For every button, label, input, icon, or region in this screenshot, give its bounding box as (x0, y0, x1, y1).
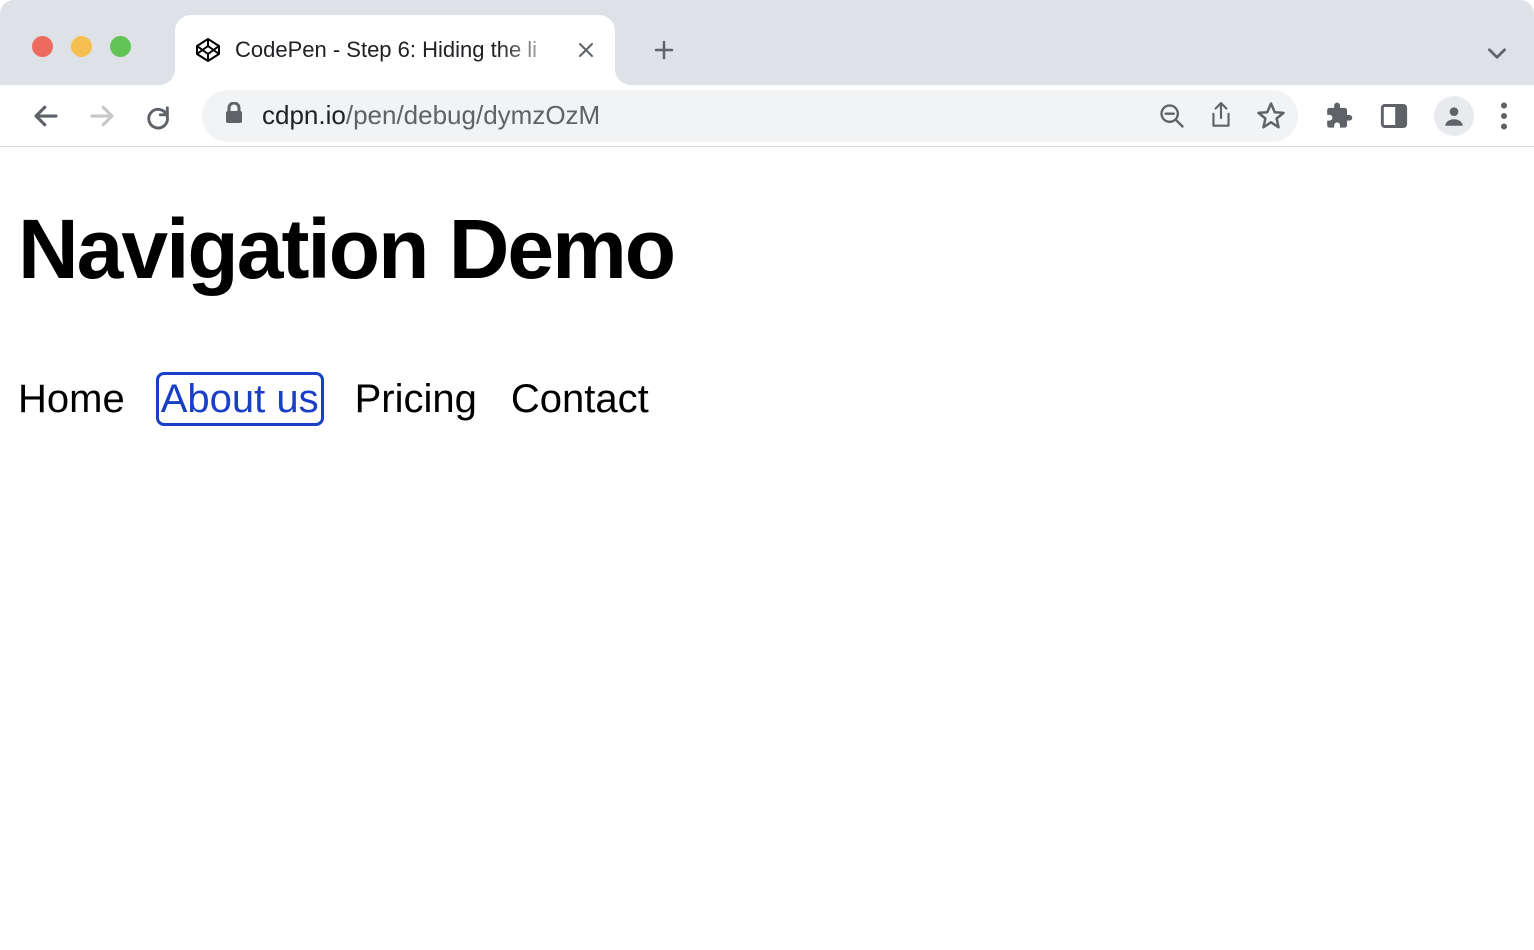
zoom-out-icon[interactable] (1158, 102, 1186, 130)
window-close-button[interactable] (32, 36, 53, 57)
kebab-menu-icon[interactable] (1500, 102, 1508, 130)
nav-link-contact[interactable]: Contact (511, 375, 649, 423)
window-minimize-button[interactable] (71, 36, 92, 57)
demo-nav: Home About us Pricing Contact (18, 375, 1516, 423)
tab-title: CodePen - Step 6: Hiding the li (235, 37, 565, 63)
window-maximize-button[interactable] (110, 36, 131, 57)
nav-link-about-us[interactable]: About us (159, 375, 321, 423)
browser-tab[interactable]: CodePen - Step 6: Hiding the li (175, 15, 615, 85)
nav-link-home[interactable]: Home (18, 375, 125, 423)
browser-tab-strip: CodePen - Step 6: Hiding the li (0, 0, 1534, 85)
profile-avatar[interactable] (1434, 96, 1474, 136)
share-icon[interactable] (1208, 102, 1234, 130)
codepen-icon (195, 37, 221, 63)
url-path: /pen/debug/dymzOzM (346, 100, 600, 130)
url-text: cdpn.io/pen/debug/dymzOzM (262, 100, 1158, 131)
extensions-icon[interactable] (1326, 102, 1354, 130)
reload-button[interactable] (132, 90, 184, 142)
nav-link-pricing[interactable]: Pricing (355, 375, 477, 423)
tab-search-button[interactable] (1484, 40, 1510, 71)
page-content: Navigation Demo Home About us Pricing Co… (0, 147, 1534, 423)
forward-button[interactable] (76, 90, 128, 142)
lock-icon (224, 102, 244, 129)
address-bar[interactable]: cdpn.io/pen/debug/dymzOzM (202, 90, 1298, 142)
new-tab-button[interactable] (639, 25, 689, 75)
tab-close-button[interactable] (573, 37, 599, 63)
side-panel-icon[interactable] (1380, 102, 1408, 130)
window-controls (32, 36, 131, 57)
url-host: cdpn.io (262, 100, 346, 130)
bookmark-star-icon[interactable] (1256, 101, 1286, 131)
page-heading: Navigation Demo (18, 205, 1516, 293)
back-button[interactable] (20, 90, 72, 142)
browser-toolbar: cdpn.io/pen/debug/dymzOzM (0, 85, 1534, 147)
